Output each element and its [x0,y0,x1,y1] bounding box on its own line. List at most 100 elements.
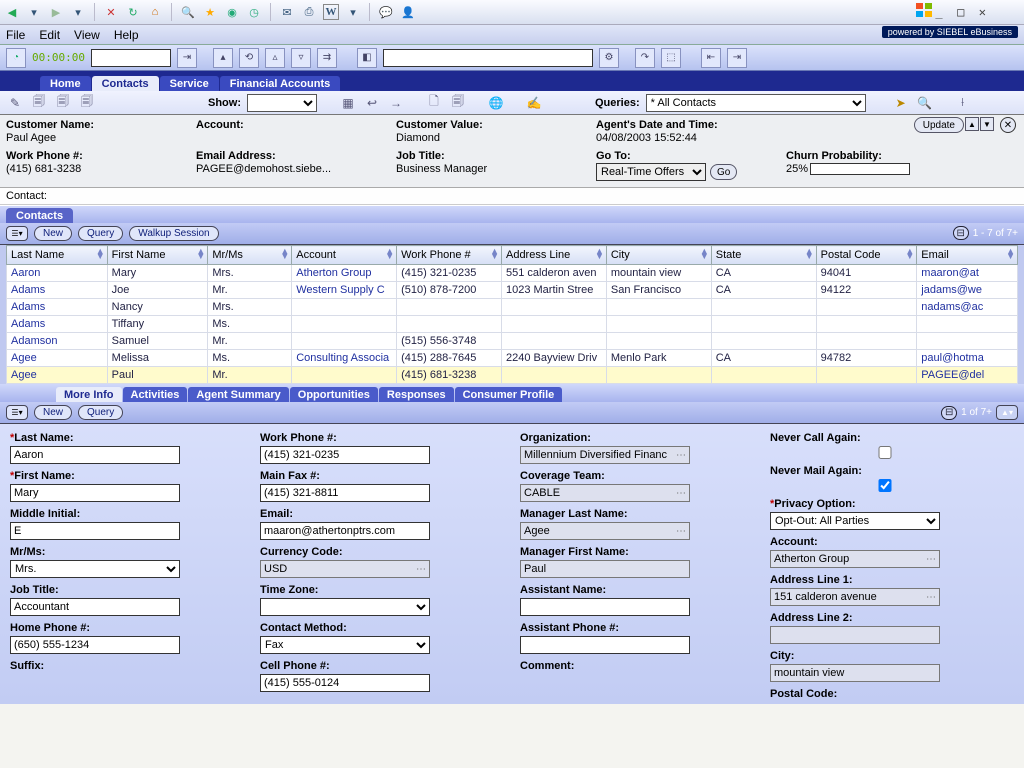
addr1-field[interactable]: 151 calderon avenue⋯ [770,588,940,606]
tab-agent-summary[interactable]: Agent Summary [188,387,288,402]
tab-home[interactable]: Home [40,76,91,91]
nav-input-1[interactable] [91,49,171,67]
col-header[interactable]: Account▲▼ [292,246,397,265]
print-icon[interactable]: ⎙ [301,4,317,20]
stop-icon[interactable]: ✕ [103,4,119,20]
contacts-new-button[interactable]: New [34,226,72,241]
table-row[interactable]: AdamsTiffanyMs. [7,316,1018,333]
table-row[interactable]: AaronMaryMrs.Atherton Group(415) 321-023… [7,265,1018,282]
nav-icon-c[interactable]: ⟲ [239,48,259,68]
col-header[interactable]: Postal Code▲▼ [816,246,917,265]
col-header[interactable]: City▲▼ [606,246,711,265]
tb2-icon-6[interactable]: ↩ [363,94,381,112]
contacts-menu-dropdown[interactable]: ☰▾ [6,226,28,241]
tb2-icon-4[interactable]: 🗐 [78,94,96,112]
nca-checkbox[interactable] [770,446,1000,459]
nav-icon-k[interactable]: ⇤ [701,48,721,68]
fwd-drop-icon[interactable]: ▾ [70,4,86,20]
asst-input[interactable] [520,598,690,616]
nav-icon-l[interactable]: ⇥ [727,48,747,68]
menu-help[interactable]: Help [114,28,139,42]
msg-icon[interactable]: 💬 [378,4,394,20]
word-icon[interactable]: W [323,4,339,20]
tb2-find-icon[interactable]: 🔍 [916,94,934,112]
nav-icon-d[interactable]: ▵ [265,48,285,68]
tb2-globe-icon[interactable]: 🌐 [487,94,505,112]
table-row[interactable]: AdamsNancyMrs.nadams@ac [7,299,1018,316]
tb2-icon-3[interactable]: 🗐 [54,94,72,112]
sal-select[interactable]: Mrs. [10,560,180,578]
pick-icon[interactable]: ⋯ [676,526,686,537]
msn-icon[interactable]: 👤 [400,4,416,20]
col-header[interactable]: Email▲▼ [917,246,1018,265]
detail-nav-dropdown[interactable]: ▲▾ [996,405,1018,420]
first-name-input[interactable] [10,484,180,502]
tb2-icon-9[interactable]: 🗐 [449,94,467,112]
cm-select[interactable]: Fax [260,636,430,654]
media-icon[interactable]: ◉ [224,4,240,20]
col-header[interactable]: Last Name▲▼ [7,246,108,265]
contacts-collapse-icon[interactable]: ⊟ [953,226,969,240]
pick-icon[interactable]: ⋯ [926,592,936,603]
forward-icon[interactable]: ▶ [48,4,64,20]
tab-activities[interactable]: Activities [123,387,188,402]
dashboard-close-icon[interactable]: ✕ [1000,117,1016,133]
addr2-field[interactable] [770,626,940,644]
email-input[interactable] [260,522,430,540]
fax-input[interactable] [260,484,430,502]
tab-responses[interactable]: Responses [379,387,454,402]
search-icon[interactable]: 🔍 [180,4,196,20]
tb2-icon-7[interactable]: → [387,94,405,112]
table-row[interactable]: AdamsJoeMr.Western Supply C(510) 878-720… [7,282,1018,299]
tab-consumer-profile[interactable]: Consumer Profile [455,387,563,402]
back-drop-icon[interactable]: ▾ [26,4,42,20]
asst-ph-input[interactable] [520,636,690,654]
detail-new-button[interactable]: New [34,405,72,420]
show-select[interactable] [247,94,317,112]
nav-icon-a[interactable]: ⇥ [177,48,197,68]
go-button[interactable]: Go [710,164,737,180]
nav-icon-h[interactable]: ⚙ [599,48,619,68]
job-input[interactable] [10,598,180,616]
tb2-icon-11[interactable]: ⟊ [954,94,972,112]
tb2-run-icon[interactable]: ➤ [892,94,910,112]
col-header[interactable]: First Name▲▼ [107,246,208,265]
tab-service[interactable]: Service [160,76,219,91]
nav-icon-j[interactable]: ⬚ [661,48,681,68]
clock-icon[interactable]: ◔ [6,48,26,68]
mgr-fn-field[interactable]: Paul [520,560,690,578]
last-name-input[interactable] [10,446,180,464]
nav-icon-g[interactable]: ◧ [357,48,377,68]
table-row[interactable]: AgeeMelissaMs.Consulting Associa(415) 28… [7,350,1018,367]
cov-field[interactable]: CABLE⋯ [520,484,690,502]
tb2-icon-10[interactable]: ✍ [525,94,543,112]
nav-icon-f[interactable]: ⇉ [317,48,337,68]
cell-input[interactable] [260,674,430,692]
queries-select[interactable]: * All Contacts [646,94,866,112]
tb2-icon-8[interactable]: 🗋 [425,94,443,112]
back-icon[interactable]: ◀ [4,4,20,20]
favorites-icon[interactable]: ★ [202,4,218,20]
col-header[interactable]: State▲▼ [711,246,816,265]
pick-icon[interactable]: ⋯ [416,564,426,575]
menu-file[interactable]: File [6,28,25,42]
nav-icon-i[interactable]: ↷ [635,48,655,68]
org-field[interactable]: Millennium Diversified Financ⋯ [520,446,690,464]
nav-icon-b[interactable]: ▴ [213,48,233,68]
work-ph-input[interactable] [260,446,430,464]
pick-icon[interactable]: ⋯ [676,450,686,461]
mail-icon[interactable]: ✉ [279,4,295,20]
nma-checkbox[interactable] [770,479,1000,492]
nav-icon-e[interactable]: ▿ [291,48,311,68]
detail-collapse-icon[interactable]: ⊟ [941,406,957,420]
pick-icon[interactable]: ⋯ [676,488,686,499]
update-button[interactable]: Update [914,117,964,133]
refresh-icon[interactable]: ↻ [125,4,141,20]
city-field[interactable]: mountain view [770,664,940,682]
tb2-icon-5[interactable]: ▦ [339,94,357,112]
detail-menu-dropdown[interactable]: ☰▾ [6,405,28,420]
tz-select[interactable] [260,598,430,616]
tb2-icon-1[interactable]: ✎ [6,94,24,112]
facct-field[interactable]: Atherton Group⋯ [770,550,940,568]
tb2-icon-2[interactable]: 🗐 [30,94,48,112]
